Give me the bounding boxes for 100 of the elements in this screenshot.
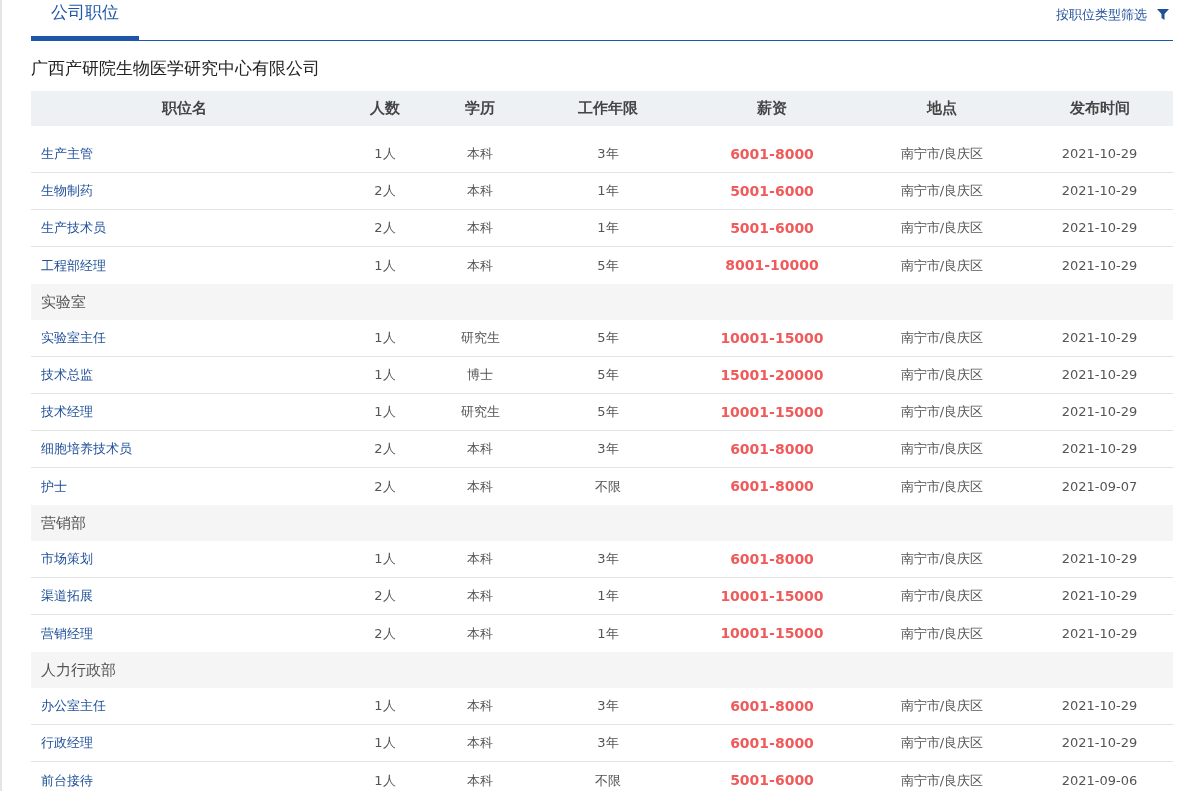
salary-cell-text: 10001-15000 bbox=[719, 586, 825, 606]
table-cell-text: 3年 bbox=[596, 145, 620, 164]
table-cell-text: 南宁市/良庆区 bbox=[899, 734, 985, 753]
table-cell-text: 5年 bbox=[596, 256, 620, 275]
job-title-link[interactable]: 前台接待 bbox=[31, 770, 338, 791]
job-title-link[interactable]: 生产技术员 bbox=[31, 218, 338, 238]
job-title-link[interactable]: 生物制药 bbox=[31, 181, 338, 201]
table-cell-text: 1人 bbox=[373, 403, 397, 422]
table-cell-text: 2021-09-06 bbox=[1060, 771, 1139, 790]
table-cell-text: 1人 bbox=[373, 329, 397, 348]
job-title-link[interactable]: 渠道拓展 bbox=[31, 586, 338, 606]
salary-cell-text: 10001-15000 bbox=[719, 328, 825, 348]
table-cell-text: 本科 bbox=[466, 440, 494, 459]
column-header: 学历 bbox=[464, 98, 496, 120]
table-cell-text: 本科 bbox=[466, 219, 494, 238]
table-cell-text: 3年 bbox=[596, 697, 620, 716]
table-cell-text: 本科 bbox=[466, 182, 494, 201]
table-cell-text: 2021-10-29 bbox=[1060, 145, 1139, 164]
job-title-link[interactable]: 生产主管 bbox=[31, 144, 338, 164]
table-cell-text: 南宁市/良庆区 bbox=[899, 771, 985, 790]
table-cell-text: 2021-10-29 bbox=[1060, 256, 1139, 275]
table-cell-text: 1人 bbox=[373, 697, 397, 716]
job-title-link[interactable]: 实验室主任 bbox=[31, 328, 338, 348]
table-cell-text: 2021-10-29 bbox=[1060, 403, 1139, 422]
table-cell-text: 1人 bbox=[373, 145, 397, 164]
job-title-link[interactable]: 办公室主任 bbox=[31, 696, 338, 716]
table-cell-text: 本科 bbox=[466, 587, 494, 606]
job-title-link[interactable]: 护士 bbox=[31, 476, 338, 497]
tab[interactable]: 公司职位 bbox=[31, 0, 139, 40]
table-cell-text: 南宁市/良庆区 bbox=[899, 403, 985, 422]
column-header: 发布时间 bbox=[1068, 98, 1131, 120]
salary-cell-text: 6001-8000 bbox=[729, 144, 815, 164]
job-title-link[interactable]: 行政经理 bbox=[31, 733, 338, 753]
table-cell-text: 2人 bbox=[373, 624, 397, 643]
column-header: 职位名 bbox=[161, 98, 208, 120]
table-cell-text: 1年 bbox=[596, 587, 620, 606]
table-cell-text: 南宁市/良庆区 bbox=[899, 329, 985, 348]
table-cell-text: 1年 bbox=[596, 182, 620, 201]
salary-cell-text: 10001-15000 bbox=[719, 624, 825, 643]
table-cell-text: 2021-10-29 bbox=[1060, 366, 1139, 385]
salary-cell-text: 6001-8000 bbox=[729, 549, 815, 569]
table-cell-text: 1人 bbox=[373, 366, 397, 385]
table-cell-text: 2人 bbox=[373, 587, 397, 606]
table-cell-text: 1人 bbox=[373, 256, 397, 275]
table-cell-text: 5年 bbox=[596, 329, 620, 348]
salary-cell-text: 5001-6000 bbox=[729, 218, 815, 238]
job-title-link[interactable]: 技术经理 bbox=[31, 402, 338, 422]
salary-cell-text: 15001-20000 bbox=[719, 365, 825, 385]
table-cell-text: 2021-09-07 bbox=[1060, 477, 1139, 496]
table-cell-text: 本科 bbox=[466, 256, 494, 275]
table-cell-text: 南宁市/良庆区 bbox=[899, 697, 985, 716]
table-cell-text: 南宁市/良庆区 bbox=[899, 624, 985, 643]
column-header: 工作年限 bbox=[577, 98, 639, 120]
table-cell-text: 南宁市/良庆区 bbox=[899, 256, 985, 275]
column-header: 人数 bbox=[369, 98, 401, 120]
table-cell-text: 不限 bbox=[594, 771, 622, 790]
table-cell-text: 2人 bbox=[373, 219, 397, 238]
table-cell-text: 2021-10-29 bbox=[1060, 697, 1139, 716]
job-title-link[interactable]: 技术总监 bbox=[31, 365, 338, 385]
table-cell-text: 2人 bbox=[373, 182, 397, 201]
table-cell-text: 2021-10-29 bbox=[1060, 440, 1139, 459]
table-cell-text: 5年 bbox=[596, 403, 620, 422]
table-cell-text: 本科 bbox=[466, 550, 494, 569]
filter-icon[interactable] bbox=[1157, 8, 1169, 20]
salary-cell-text: 8001-10000 bbox=[724, 256, 820, 275]
table-cell-text: 不限 bbox=[594, 477, 622, 496]
table-cell-text: 本科 bbox=[466, 697, 494, 716]
job-title-link[interactable]: 营销经理 bbox=[31, 623, 338, 644]
filter-link[interactable]: 按职位类型筛选 bbox=[1056, 4, 1147, 24]
table-cell-text: 1年 bbox=[596, 219, 620, 238]
salary-cell-text: 5001-6000 bbox=[729, 181, 815, 201]
group-title: 营销部 bbox=[41, 512, 86, 534]
column-header: 薪资 bbox=[756, 98, 788, 120]
salary-cell-text: 6001-8000 bbox=[729, 477, 815, 496]
table-cell-text: 南宁市/良庆区 bbox=[899, 182, 985, 201]
table-cell-text: 5年 bbox=[596, 366, 620, 385]
table-cell-text: 博士 bbox=[466, 366, 494, 385]
table-cell-text: 3年 bbox=[596, 550, 620, 569]
table-cell-text: 研究生 bbox=[459, 403, 501, 422]
group-title: 人力行政部 bbox=[41, 659, 116, 681]
table-cell-text: 本科 bbox=[466, 734, 494, 753]
table-cell-text: 2021-10-29 bbox=[1060, 624, 1139, 643]
job-title-link[interactable]: 市场策划 bbox=[31, 549, 338, 569]
job-title-link[interactable]: 细胞培养技术员 bbox=[31, 439, 338, 459]
table-cell-text: 2021-10-29 bbox=[1060, 587, 1139, 606]
table-cell-text: 南宁市/良庆区 bbox=[899, 145, 985, 164]
table-cell-text: 2021-10-29 bbox=[1060, 329, 1139, 348]
table-cell-text: 南宁市/良庆区 bbox=[899, 440, 985, 459]
job-title-link[interactable]: 工程部经理 bbox=[31, 255, 338, 276]
table-cell-text: 1人 bbox=[373, 734, 397, 753]
table-cell-text: 2021-10-29 bbox=[1060, 182, 1139, 201]
salary-cell-text: 6001-8000 bbox=[729, 733, 815, 753]
group-title: 实验室 bbox=[41, 291, 86, 313]
salary-cell-text: 6001-8000 bbox=[729, 696, 815, 716]
table-cell-text: 1人 bbox=[373, 771, 397, 790]
table-cell-text: 1人 bbox=[373, 550, 397, 569]
table-cell-text: 南宁市/良庆区 bbox=[899, 550, 985, 569]
salary-cell-text: 10001-15000 bbox=[719, 402, 825, 422]
salary-cell-text: 6001-8000 bbox=[729, 439, 815, 459]
table-cell-text: 南宁市/良庆区 bbox=[899, 366, 985, 385]
